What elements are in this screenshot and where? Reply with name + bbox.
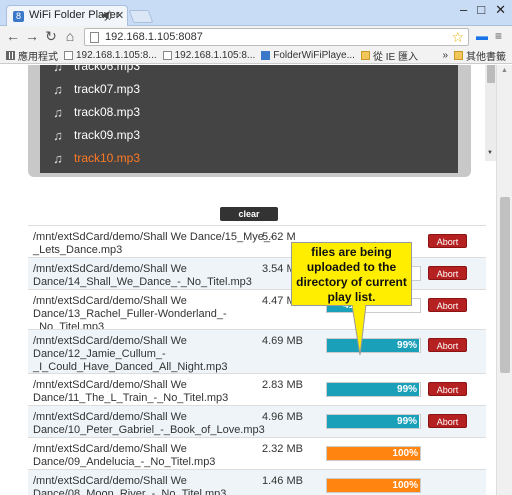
clear-button[interactable]: clear <box>220 207 278 221</box>
progress-bar: 99% <box>326 382 421 397</box>
page-scrollbar[interactable]: ▲ <box>496 65 512 495</box>
progress-bar: 100% <box>326 478 421 493</box>
playlist-track[interactable]: ♫ track09.mp3 <box>52 124 140 146</box>
abort-button[interactable]: Abort <box>428 382 467 396</box>
browser-tab[interactable]: 8 WiFi Folder Player ◀) ✕ <box>6 5 128 26</box>
bookmark-item[interactable]: 192.168.1.105:8... <box>162 50 255 61</box>
abort-button[interactable]: Abort <box>428 414 467 428</box>
playlist-track[interactable]: ♫ track08.mp3 <box>52 101 140 123</box>
music-note-icon: ♫ <box>53 127 63 143</box>
bookmark-item[interactable]: FolderWiFiPlaye... <box>261 50 355 61</box>
upload-row: /mnt/extSdCard/demo/Shall We Dance/09_An… <box>28 437 486 469</box>
bookmarks-overflow[interactable]: » <box>442 50 448 61</box>
menu-icon[interactable]: ≡ <box>495 29 502 43</box>
progress-fill: 100% <box>327 479 420 492</box>
progress-bar: 100% <box>326 446 421 461</box>
track-name: track07.mp3 <box>74 82 141 96</box>
scroll-up-arrow-icon[interactable]: ▲ <box>501 67 508 74</box>
file-path: /mnt/extSdCard/demo/Shall We Dance/09_An… <box>33 443 216 468</box>
upload-row: /mnt/extSdCard/demo/Shall We Dance/11_Th… <box>28 373 486 405</box>
extension-icon[interactable]: ▬ <box>476 29 488 43</box>
playlist-scroll-thumb[interactable] <box>487 65 495 83</box>
upload-row: /mnt/extSdCard/demo/Shall We Dance/13_Ra… <box>28 289 486 333</box>
forward-arrow-icon[interactable]: → <box>24 28 40 44</box>
callout-pointer <box>351 305 367 356</box>
progress-bar: 99% <box>326 414 421 429</box>
bookmark-item[interactable]: 192.168.1.105:8... <box>64 50 157 61</box>
file-size: 2.83 MB <box>262 379 303 391</box>
playlist-track[interactable]: ♫ track07.mp3 <box>52 78 140 100</box>
folder-icon <box>360 51 370 60</box>
reload-icon[interactable]: ↻ <box>43 28 59 45</box>
abort-button[interactable]: Abort <box>428 266 467 280</box>
bookmark-apps[interactable]: 應用程式 <box>6 48 58 63</box>
progress-bar: 99% <box>326 338 421 353</box>
back-arrow-icon[interactable]: ← <box>5 28 21 44</box>
track-name: track09.mp3 <box>74 128 141 142</box>
upload-row: /mnt/extSdCard/demo/Shall We Dance/14_Sh… <box>28 257 486 289</box>
page-icon <box>162 51 172 60</box>
upload-row: /mnt/extSdCard/demo/Shall We Dance/08_Mo… <box>28 469 486 495</box>
new-tab-button[interactable] <box>128 10 154 23</box>
url-text: 192.168.1.105:8087 <box>105 31 203 43</box>
bookmark-star-icon[interactable]: ☆ <box>451 29 464 46</box>
music-note-icon: ♫ <box>53 104 63 120</box>
bookmark-folder[interactable]: 從 IE 匯入 <box>360 48 418 63</box>
bookmarks-bar: 應用程式 192.168.1.105:8... 192.168.1.105:8.… <box>0 48 512 64</box>
page-icon <box>64 51 73 60</box>
annotation-callout: files are being uploaded to the director… <box>291 242 412 306</box>
upload-row: /mnt/extSdCard/demo/Shall We Dance/10_Pe… <box>28 405 486 437</box>
folder-icon <box>454 51 463 60</box>
file-path: /mnt/extSdCard/demo/Shall We Dance/08_Mo… <box>33 475 227 495</box>
abort-button[interactable]: Abort <box>428 234 467 248</box>
abort-button[interactable]: Abort <box>428 298 467 312</box>
other-bookmarks[interactable]: 其他書籤 <box>454 48 506 63</box>
music-note-icon: ♫ <box>53 81 63 97</box>
app-favicon-icon: 8 <box>13 11 24 22</box>
upload-row: /mnt/extSdCard/demo/Shall We Dance/12_Ja… <box>28 329 486 373</box>
close-tab-icon[interactable]: ✕ <box>115 9 124 22</box>
playlist-track[interactable]: ♫ track06.mp3 <box>52 65 140 77</box>
address-bar[interactable]: 192.168.1.105:8087 ☆ <box>84 28 469 46</box>
progress-fill: 99% <box>327 383 420 396</box>
file-path: /mnt/extSdCard/demo/Shall We Dance/10_Pe… <box>33 411 265 436</box>
speaker-icon: ◀) <box>101 10 113 21</box>
page-content: ▼ ♫ track06.mp3 ♫ track07.mp3 ♫ track08.mp3 ♫ t… <box>0 65 496 495</box>
maximize-icon[interactable]: □ <box>477 2 485 18</box>
playlist-track[interactable]: ♫ track10.mp3 <box>52 147 140 169</box>
close-window-icon[interactable]: ✕ <box>495 2 506 18</box>
progress-fill: 99% <box>327 339 420 352</box>
track-name: track08.mp3 <box>74 105 141 119</box>
file-size: 4.69 MB <box>262 335 303 347</box>
file-path: /mnt/extSdCard/demo/Shall We Dance/11_Th… <box>33 379 229 404</box>
abort-button[interactable]: Abort <box>428 338 467 352</box>
file-size: 1.46 MB <box>262 475 303 487</box>
track-name: track10.mp3 <box>74 151 141 165</box>
minimize-icon[interactable]: – <box>460 2 467 18</box>
upload-row: /mnt/extSdCard/demo/Shall We Dance/15_My… <box>28 225 486 257</box>
browser-toolbar: ← → ↻ ⌂ 192.168.1.105:8087 ☆ ▬ ≡ <box>0 26 512 48</box>
progress-fill: 99% <box>327 415 420 428</box>
track-name: track06.mp3 <box>74 65 141 73</box>
scroll-down-arrow-icon[interactable]: ▼ <box>487 150 493 156</box>
home-icon[interactable]: ⌂ <box>62 28 78 44</box>
window-controls: – □ ✕ <box>460 2 506 18</box>
file-size: 2.32 MB <box>262 443 303 455</box>
music-note-icon: ♫ <box>53 65 63 74</box>
page-scroll-thumb[interactable] <box>500 197 510 373</box>
file-path: /mnt/extSdCard/demo/Shall We Dance/12_Ja… <box>33 335 228 373</box>
apps-grid-icon <box>6 51 15 60</box>
file-path: /mnt/extSdCard/demo/Shall We Dance/15_My… <box>33 231 274 256</box>
title-bar: 8 WiFi Folder Player ◀) ✕ – □ ✕ <box>0 0 512 26</box>
file-path: /mnt/extSdCard/demo/Shall We Dance/14_Sh… <box>33 263 252 288</box>
app-favicon-icon <box>261 51 271 60</box>
page-icon <box>90 32 99 43</box>
progress-fill: 100% <box>327 447 420 460</box>
music-note-icon: ♫ <box>53 150 63 166</box>
file-size: 4.96 MB <box>262 411 303 423</box>
